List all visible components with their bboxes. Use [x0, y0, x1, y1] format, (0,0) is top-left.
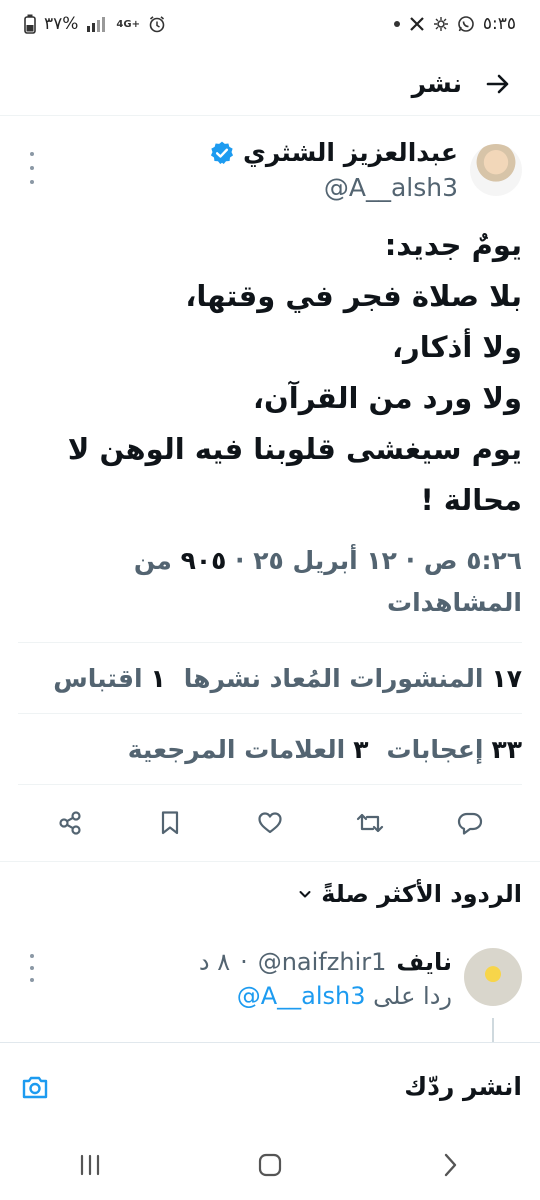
reply-item[interactable]: نايف @naifzhir1 · ٨ د ردا على @A__alsh3: [0, 948, 540, 1078]
quotes-stat[interactable]: ١اقتباس: [53, 664, 166, 693]
signal-icon: [86, 16, 108, 32]
home-button[interactable]: [240, 1140, 300, 1190]
reply-author-handle[interactable]: @naifzhir1: [258, 948, 387, 976]
camera-button[interactable]: [18, 1070, 52, 1104]
reply-content: نايف @naifzhir1 · ٨ د ردا على @A__alsh3: [199, 948, 452, 1010]
author-avatar[interactable]: [470, 144, 522, 196]
likes-label: إعجابات: [386, 734, 484, 764]
bookmark-button[interactable]: [152, 805, 188, 841]
arrow-right-icon: [486, 74, 509, 93]
likes-stat[interactable]: ٣٣إعجابات: [387, 735, 522, 764]
reply-author-name[interactable]: نايف: [396, 948, 452, 976]
reply-more-options-icon[interactable]: [22, 954, 42, 982]
recent-apps-icon: [80, 1154, 100, 1176]
page-header: نشر: [0, 52, 540, 116]
reply-button[interactable]: [452, 805, 488, 841]
reposts-count: ١٧: [491, 663, 522, 693]
author-names: عبدالعزيز الشثري @A__alsh3: [209, 138, 458, 202]
reply-composer-placeholder[interactable]: انشر ردّك: [404, 1072, 522, 1101]
x-logo-icon: [409, 16, 425, 32]
network-type: 4G+: [116, 18, 140, 30]
reply-composer-bar[interactable]: انشر ردّك: [0, 1042, 540, 1130]
page-title: نشر: [411, 69, 462, 98]
bookmarks-stat[interactable]: ٣العلامات المرجعية: [128, 735, 369, 764]
dot-icon: [393, 20, 401, 28]
alarm-icon: [148, 15, 166, 33]
status-bar: ٣٧% 4G+ ٥:٣٥: [0, 0, 540, 48]
quotes-label: اقتباس: [53, 663, 143, 693]
repost-icon: [356, 813, 384, 833]
heart-icon: [258, 812, 282, 834]
verified-badge-icon: [210, 141, 233, 164]
share-button[interactable]: [52, 805, 88, 841]
quotes-count: ١: [150, 663, 166, 693]
status-right: ٥:٣٥: [393, 14, 516, 34]
tweet-text: يومٌ جديد: بلا صلاة فجر في وقتها، ولا أذ…: [67, 228, 522, 517]
replies-sort-header[interactable]: الردود الأكثر صلةً: [0, 861, 540, 926]
reposts-stat[interactable]: ١٧المنشورات المُعاد نشرها: [184, 664, 522, 693]
whatsapp-icon: [457, 15, 475, 33]
replying-to-mention[interactable]: @A__alsh3: [237, 982, 366, 1010]
bookmarks-count: ٣: [353, 734, 369, 764]
tweet-author-row: عبدالعزيز الشثري @A__alsh3: [0, 128, 540, 202]
replying-to-prefix: ردا على: [373, 982, 452, 1010]
home-icon: [258, 1153, 282, 1177]
bookmark-icon: [161, 811, 179, 835]
replying-to: ردا على @A__alsh3: [199, 982, 452, 1010]
back-nav-button[interactable]: [420, 1140, 480, 1190]
like-button[interactable]: [252, 805, 288, 841]
views-count: ٩٠٥: [180, 546, 227, 575]
likes-count: ٣٣: [491, 734, 522, 764]
status-time: ٥:٣٥: [482, 14, 516, 34]
share-icon: [59, 811, 81, 835]
tweet-time: ٥:٢٦ ص: [423, 546, 522, 575]
battery-icon: [24, 14, 36, 34]
chevron-down-icon: [299, 891, 311, 898]
reply-header: نايف @naifzhir1 · ٨ د: [198, 948, 452, 976]
recent-apps-button[interactable]: [60, 1140, 120, 1190]
status-left: ٣٧% 4G+: [24, 14, 166, 34]
chevron-right-icon: [444, 1153, 457, 1177]
replies-sort-label: الردود الأكثر صلةً: [321, 880, 522, 908]
settings-cog-icon: [433, 16, 449, 32]
bookmarks-label: العلامات المرجعية: [127, 734, 346, 764]
author-handle[interactable]: @A__alsh3: [209, 173, 458, 202]
more-options-icon[interactable]: [22, 152, 42, 184]
tweet-meta: ٥:٢٦ ص · ١٢ أبريل ٢٥ · ٩٠٥ من المشاهدات: [133, 546, 522, 617]
tweet-date: ١٢ أبريل ٢٥: [253, 546, 397, 575]
repost-stats-row: ١٧المنشورات المُعاد نشرها ١اقتباس: [0, 643, 540, 713]
reposts-label: المنشورات المُعاد نشرها: [183, 663, 484, 693]
reply-bubble-icon: [457, 812, 483, 835]
tweet-actions: [0, 785, 540, 861]
tweet-detail: عبدالعزيز الشثري @A__alsh3 يومٌ جديد: بل…: [0, 128, 540, 1078]
author-name-row[interactable]: عبدالعزيز الشثري: [209, 138, 458, 167]
repost-button[interactable]: [352, 805, 388, 841]
like-stats-row: ٣٣إعجابات ٣العلامات المرجعية: [0, 714, 540, 784]
system-nav-bar: [0, 1130, 540, 1200]
back-button[interactable]: [478, 64, 518, 104]
author-name[interactable]: عبدالعزيز الشثري: [243, 138, 458, 167]
battery-percent: ٣٧%: [44, 14, 79, 34]
reply-avatar[interactable]: [464, 948, 522, 1006]
camera-icon: [22, 1076, 48, 1098]
reply-time: ٨ د: [198, 948, 231, 976]
